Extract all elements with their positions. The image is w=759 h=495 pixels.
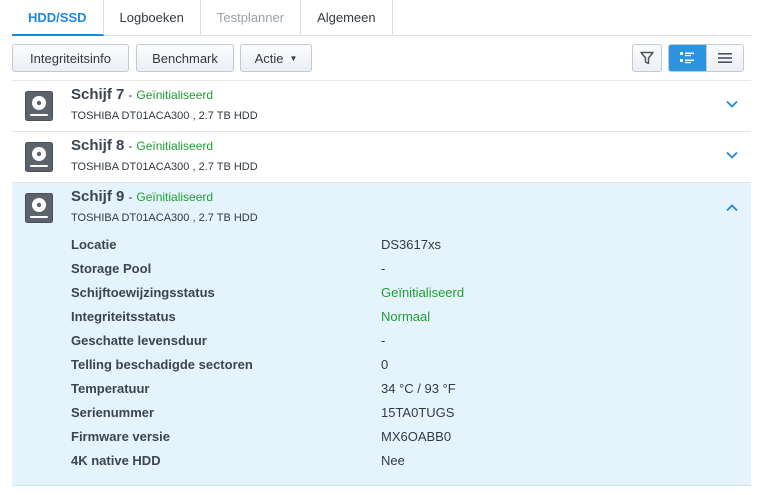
detail-value: 15TA0TUGS <box>381 405 455 420</box>
chevron-down-icon[interactable] <box>725 148 739 162</box>
detail-label: Integriteitsstatus <box>71 309 176 324</box>
detail-label: Firmware versie <box>71 429 171 444</box>
detail-row-lifespan: Geschatte levensduur - <box>71 333 731 357</box>
detail-value: Geïnitialiseerd <box>381 285 465 300</box>
disk-status: Geïnitialiseerd <box>136 88 214 102</box>
tab-algemeen[interactable]: Algemeen <box>301 0 393 35</box>
detail-label: Temperatuur <box>71 381 150 396</box>
disk-dash: - <box>128 190 133 204</box>
detail-value: DS3617xs <box>381 237 441 252</box>
tab-testplanner[interactable]: Testplanner <box>201 0 302 35</box>
disk-dash: - <box>128 139 133 153</box>
detail-list-icon <box>680 52 695 64</box>
view-toggle-group <box>668 44 744 72</box>
detail-row-serial: Serienummer 15TA0TUGS <box>71 405 731 429</box>
detail-value: 0 <box>381 357 389 372</box>
disk-title: Schijf 7- Geïnitialiseerd <box>71 86 213 103</box>
hdd-icon <box>25 193 53 223</box>
detail-value: - <box>381 333 386 348</box>
disk-dash: - <box>128 88 133 102</box>
detail-row-allocation-status: Schijftoewijzingsstatus Geïnitialiseerd <box>71 285 731 309</box>
chevron-up-icon[interactable] <box>725 201 739 215</box>
disk-name: Schijf 8 <box>71 137 125 154</box>
disk-row-7[interactable]: Schijf 7- Geïnitialiseerd TOSHIBA DT01ACA… <box>12 81 751 132</box>
filter-icon <box>640 51 654 65</box>
hdd-icon <box>25 142 53 172</box>
detail-label: 4K native HDD <box>71 453 161 468</box>
detail-view-button[interactable] <box>669 45 706 71</box>
benchmark-button[interactable]: Benchmark <box>136 44 234 72</box>
detail-label: Locatie <box>71 237 117 252</box>
action-dropdown-button[interactable]: Actie ▼ <box>240 44 312 72</box>
detail-value: MX6OABB0 <box>381 429 452 444</box>
disk-status: Geïnitialiseerd <box>136 190 214 204</box>
tab-hdd-ssd[interactable]: HDD/SSD <box>12 0 104 36</box>
disk-name: Schijf 7 <box>71 86 125 103</box>
detail-label: Geschatte levensduur <box>71 333 207 348</box>
detail-row-bad-sectors: Telling beschadigde sectoren 0 <box>71 357 731 381</box>
detail-row-storage-pool: Storage Pool - <box>71 261 731 285</box>
action-label: Actie <box>254 50 284 66</box>
disk-title: Schijf 9- Geïnitialiseerd <box>71 188 213 205</box>
detail-label: Storage Pool <box>71 261 152 276</box>
detail-value: - <box>381 261 386 276</box>
hdd-icon <box>25 91 53 121</box>
disk-title: Schijf 8- Geïnitialiseerd <box>71 137 213 154</box>
disk-status: Geïnitialiseerd <box>136 139 214 153</box>
detail-row-4k-native: 4K native HDD Nee <box>71 453 731 477</box>
disk-name: Schijf 9 <box>71 188 125 205</box>
simple-view-button[interactable] <box>705 45 743 71</box>
detail-row-firmware: Firmware versie MX6OABB0 <box>71 429 731 453</box>
detail-row-temperature: Temperatuur 34 °C / 93 °F <box>71 381 731 405</box>
integrity-info-label: Integriteitsinfo <box>30 50 111 66</box>
chevron-down-icon[interactable] <box>725 97 739 111</box>
detail-label: Schijftoewijzingsstatus <box>71 285 215 300</box>
disk-row-9[interactable]: Schijf 9- Geïnitialiseerd TOSHIBA DT01ACA… <box>12 183 751 486</box>
caret-down-icon: ▼ <box>289 53 298 63</box>
detail-label: Serienummer <box>71 405 155 420</box>
tab-bar: HDD/SSD Logboeken Testplanner Algemeen <box>12 0 751 36</box>
detail-row-location: Locatie DS3617xs <box>71 237 731 261</box>
detail-row-integrity-status: Integriteitsstatus Normaal <box>71 309 731 333</box>
disk-model: TOSHIBA DT01ACA300 , 2.7 TB HDD <box>71 212 258 224</box>
disk-model: TOSHIBA DT01ACA300 , 2.7 TB HDD <box>71 161 258 173</box>
detail-value: Nee <box>381 453 405 468</box>
detail-value: 34 °C / 93 °F <box>381 381 456 396</box>
detail-value: Normaal <box>381 309 431 324</box>
tab-logboeken[interactable]: Logboeken <box>104 0 201 35</box>
filter-button[interactable] <box>632 44 662 72</box>
simple-list-icon <box>717 53 732 63</box>
integrity-info-button[interactable]: Integriteitsinfo <box>12 44 129 72</box>
benchmark-label: Benchmark <box>152 50 218 66</box>
detail-label: Telling beschadigde sectoren <box>71 357 253 372</box>
disk-model: TOSHIBA DT01ACA300 , 2.7 TB HDD <box>71 110 258 122</box>
disk-row-8[interactable]: Schijf 8- Geïnitialiseerd TOSHIBA DT01ACA… <box>12 132 751 183</box>
